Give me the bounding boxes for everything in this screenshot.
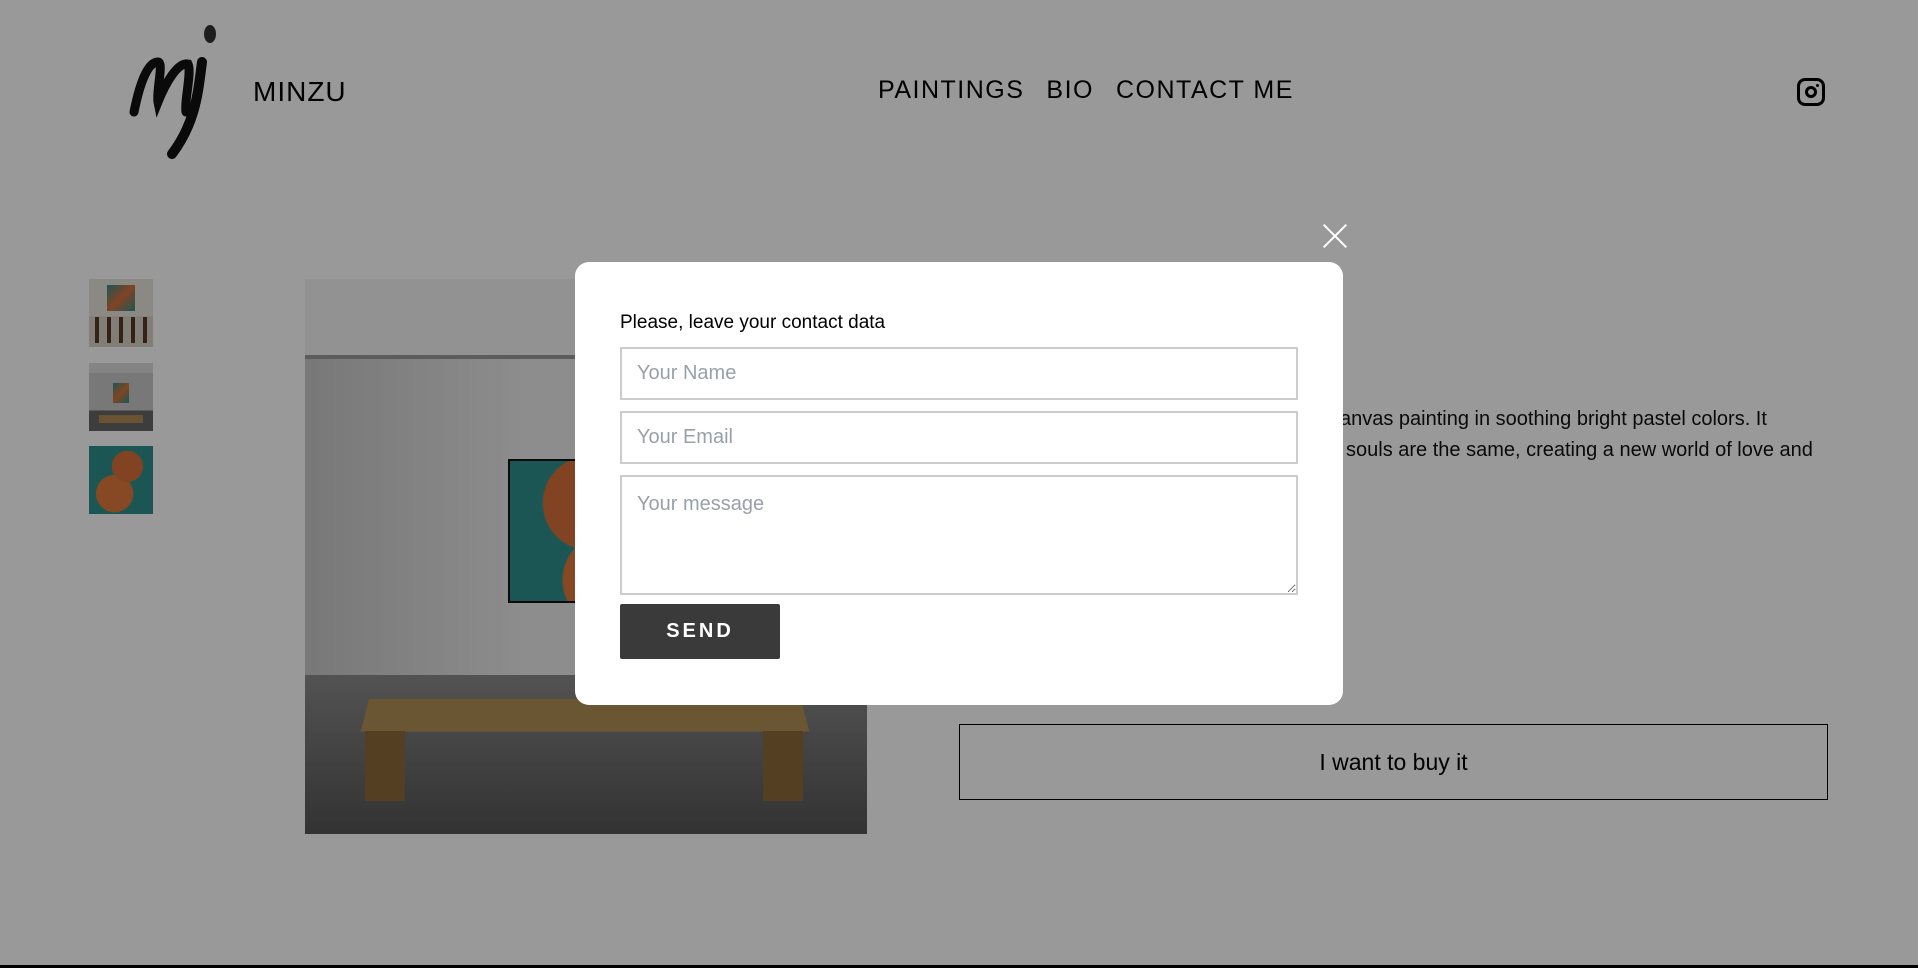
message-textarea[interactable] [620, 475, 1298, 595]
send-button[interactable]: SEND [620, 604, 780, 659]
name-input[interactable] [620, 347, 1298, 400]
modal-label: Please, leave your contact data [620, 312, 886, 333]
close-icon[interactable] [1322, 223, 1348, 249]
contact-modal: Please, leave your contact data SEND [575, 262, 1343, 705]
email-input[interactable] [620, 411, 1298, 464]
